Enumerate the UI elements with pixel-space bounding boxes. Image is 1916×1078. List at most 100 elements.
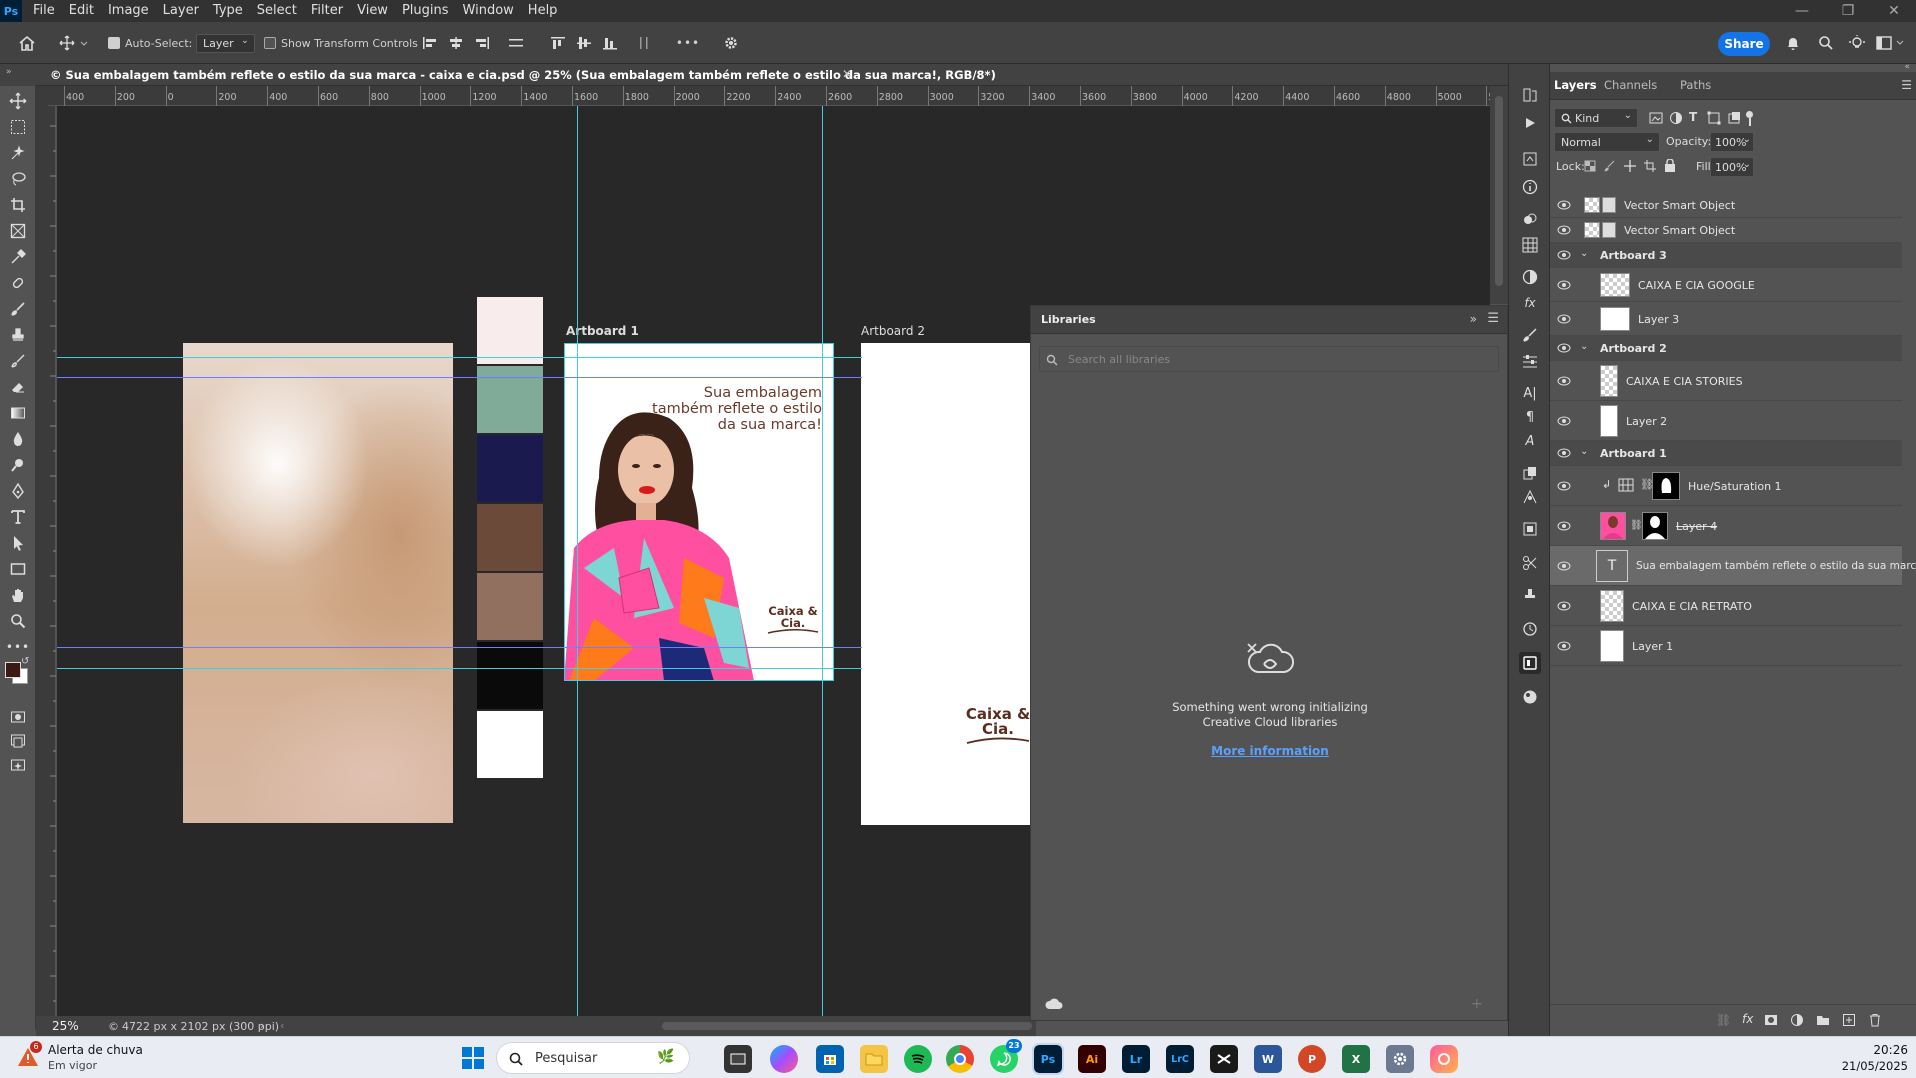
- menu-image[interactable]: Image: [101, 0, 156, 22]
- caixa-cia-logo-large[interactable]: Caixa & Cia.: [965, 707, 1031, 745]
- whatsapp-icon[interactable]: 23: [990, 1039, 1022, 1073]
- share-button[interactable]: Share: [1718, 32, 1770, 56]
- collapse-panel-icon[interactable]: »: [1470, 312, 1477, 326]
- chain-link-icon[interactable]: ⛓: [1630, 520, 1643, 531]
- generative-icon[interactable]: [6, 754, 30, 776]
- layer-row[interactable]: Layer 2: [1550, 401, 1902, 441]
- menu-type[interactable]: Type: [206, 0, 250, 22]
- workspace-switcher-icon[interactable]: [1874, 31, 1908, 55]
- layer-row[interactable]: CAIXA E CIA STORIES: [1550, 361, 1902, 401]
- stamp-tool-icon[interactable]: [6, 324, 30, 346]
- link-layers-icon[interactable]: ⛓: [1716, 1013, 1731, 1027]
- menu-edit[interactable]: Edit: [62, 0, 101, 22]
- expand-panels-icon[interactable]: «: [1904, 62, 1910, 72]
- photoshop-taskbar-icon[interactable]: Ps: [1032, 1043, 1064, 1075]
- more-information-link[interactable]: More information: [1031, 744, 1509, 758]
- brush-settings-icon[interactable]: [1519, 350, 1541, 372]
- layer-row[interactable]: Layer 1: [1550, 626, 1902, 666]
- dodge-tool-icon[interactable]: [6, 454, 30, 476]
- store-icon[interactable]: [816, 1045, 844, 1073]
- filter-adjustment-icon[interactable]: [1669, 111, 1683, 125]
- guide-horizontal-3[interactable]: [57, 647, 862, 648]
- clock-date[interactable]: 21/05/2025: [1818, 1059, 1908, 1073]
- layer-row[interactable]: CAIXA E CIA GOOGLE: [1550, 268, 1902, 302]
- layer-mask-thumbnail[interactable]: [1642, 512, 1668, 540]
- crop-tool-icon[interactable]: [6, 194, 30, 216]
- horizontal-scroll-thumb[interactable]: [662, 1022, 1032, 1030]
- new-group-icon[interactable]: [1816, 1013, 1830, 1027]
- menu-layer[interactable]: Layer: [156, 0, 206, 22]
- new-adjustment-icon[interactable]: [1790, 1013, 1804, 1027]
- eye-icon[interactable]: [1556, 222, 1572, 238]
- layer-row[interactable]: Vector Smart Object: [1550, 193, 1902, 218]
- tab-layers[interactable]: Layers: [1554, 78, 1597, 92]
- libraries-tab[interactable]: Libraries: [1041, 313, 1096, 326]
- glyphs-panel-icon[interactable]: A: [1519, 430, 1541, 452]
- menu-help[interactable]: Help: [521, 0, 565, 22]
- task-view-icon[interactable]: [724, 1045, 752, 1073]
- guide-vertical-1[interactable]: [577, 106, 578, 1018]
- filter-type-icon[interactable]: T: [1689, 110, 1697, 124]
- spotify-icon[interactable]: [904, 1045, 932, 1073]
- eye-icon[interactable]: [1556, 197, 1572, 213]
- model-photo[interactable]: [564, 408, 754, 681]
- color-palette-strip[interactable]: [477, 297, 543, 778]
- menu-file[interactable]: File: [26, 0, 62, 22]
- lock-artboard-icon[interactable]: [1644, 160, 1656, 172]
- lightbulb-icon[interactable]: [1846, 31, 1868, 55]
- eye-icon[interactable]: [1556, 373, 1572, 389]
- opacity-input[interactable]: 100% ⌄: [1710, 132, 1754, 152]
- guide-horizontal-1[interactable]: [57, 357, 862, 358]
- trash-icon[interactable]: [1868, 1013, 1882, 1027]
- eraser-tool-icon[interactable]: [6, 376, 30, 398]
- palette-swatch-7[interactable]: [477, 711, 543, 778]
- palette-swatch-3[interactable]: [477, 435, 543, 502]
- excel-icon[interactable]: X: [1342, 1045, 1370, 1073]
- caixa-cia-logo-small[interactable]: Caixa & Cia.: [766, 605, 820, 635]
- layer-comps-icon[interactable]: [1519, 518, 1541, 540]
- artboard-2-label[interactable]: Artboard 2: [861, 324, 925, 338]
- quick-mask-icon[interactable]: [6, 706, 30, 728]
- layer-group-row[interactable]: ⌄ Artboard 3: [1550, 243, 1902, 268]
- layer-group-row[interactable]: ⌄ Artboard 1: [1550, 441, 1902, 466]
- properties-panel-icon[interactable]: [1519, 148, 1541, 170]
- swatches-panel-icon[interactable]: [1519, 234, 1541, 256]
- status-expand-icon[interactable]: ›: [260, 1019, 264, 1032]
- copilot-icon[interactable]: [770, 1045, 798, 1073]
- align-bottom-icon[interactable]: [600, 31, 620, 55]
- brushes-panel-icon[interactable]: [1519, 324, 1541, 346]
- guide-vertical-2[interactable]: [822, 106, 823, 1018]
- filter-pixel-icon[interactable]: [1649, 111, 1663, 125]
- add-mask-icon[interactable]: [1764, 1013, 1778, 1027]
- chevron-down-icon[interactable]: ⌄: [1580, 341, 1588, 352]
- gear-icon[interactable]: [720, 31, 742, 55]
- vertical-ruler[interactable]: [36, 106, 56, 1018]
- character-panel-icon[interactable]: A|: [1519, 382, 1541, 404]
- libraries-panel-icon[interactable]: [1519, 652, 1541, 674]
- close-window-icon[interactable]: ✕: [1872, 0, 1916, 22]
- layer-group-row[interactable]: ⌄ Artboard 2: [1550, 336, 1902, 361]
- gradient-tool-icon[interactable]: [6, 402, 30, 424]
- hand-tool-icon[interactable]: [6, 584, 30, 606]
- close-tab-icon[interactable]: ✕: [842, 67, 852, 81]
- adjustments-panel-icon[interactable]: [1519, 266, 1541, 288]
- align-right-icon[interactable]: [472, 31, 492, 55]
- bell-icon[interactable]: [1782, 31, 1804, 55]
- eye-icon[interactable]: [1556, 340, 1572, 356]
- brush-tool-icon[interactable]: [6, 298, 30, 320]
- lock-pixels-icon[interactable]: [1604, 160, 1616, 172]
- lock-position-icon[interactable]: [1624, 160, 1636, 172]
- more-options-icon[interactable]: •••: [676, 31, 700, 55]
- marquee-tool-icon[interactable]: [6, 116, 30, 138]
- menu-filter[interactable]: Filter: [304, 0, 350, 22]
- healing-brush-tool-icon[interactable]: [6, 272, 30, 294]
- lock-all-icon[interactable]: [1664, 159, 1676, 172]
- beige-gradient-background[interactable]: [183, 343, 453, 823]
- document-size[interactable]: 4722 px x 2102 px (300 ppi): [122, 1020, 279, 1033]
- weather-title[interactable]: Alerta de chuva: [48, 1043, 143, 1057]
- clock-time[interactable]: 20:26: [1838, 1043, 1908, 1057]
- clone-source-icon[interactable]: [1519, 584, 1541, 606]
- tab-paths[interactable]: Paths: [1680, 78, 1711, 92]
- fx-panel-icon[interactable]: fx: [1519, 292, 1541, 314]
- align-left-icon[interactable]: [420, 31, 440, 55]
